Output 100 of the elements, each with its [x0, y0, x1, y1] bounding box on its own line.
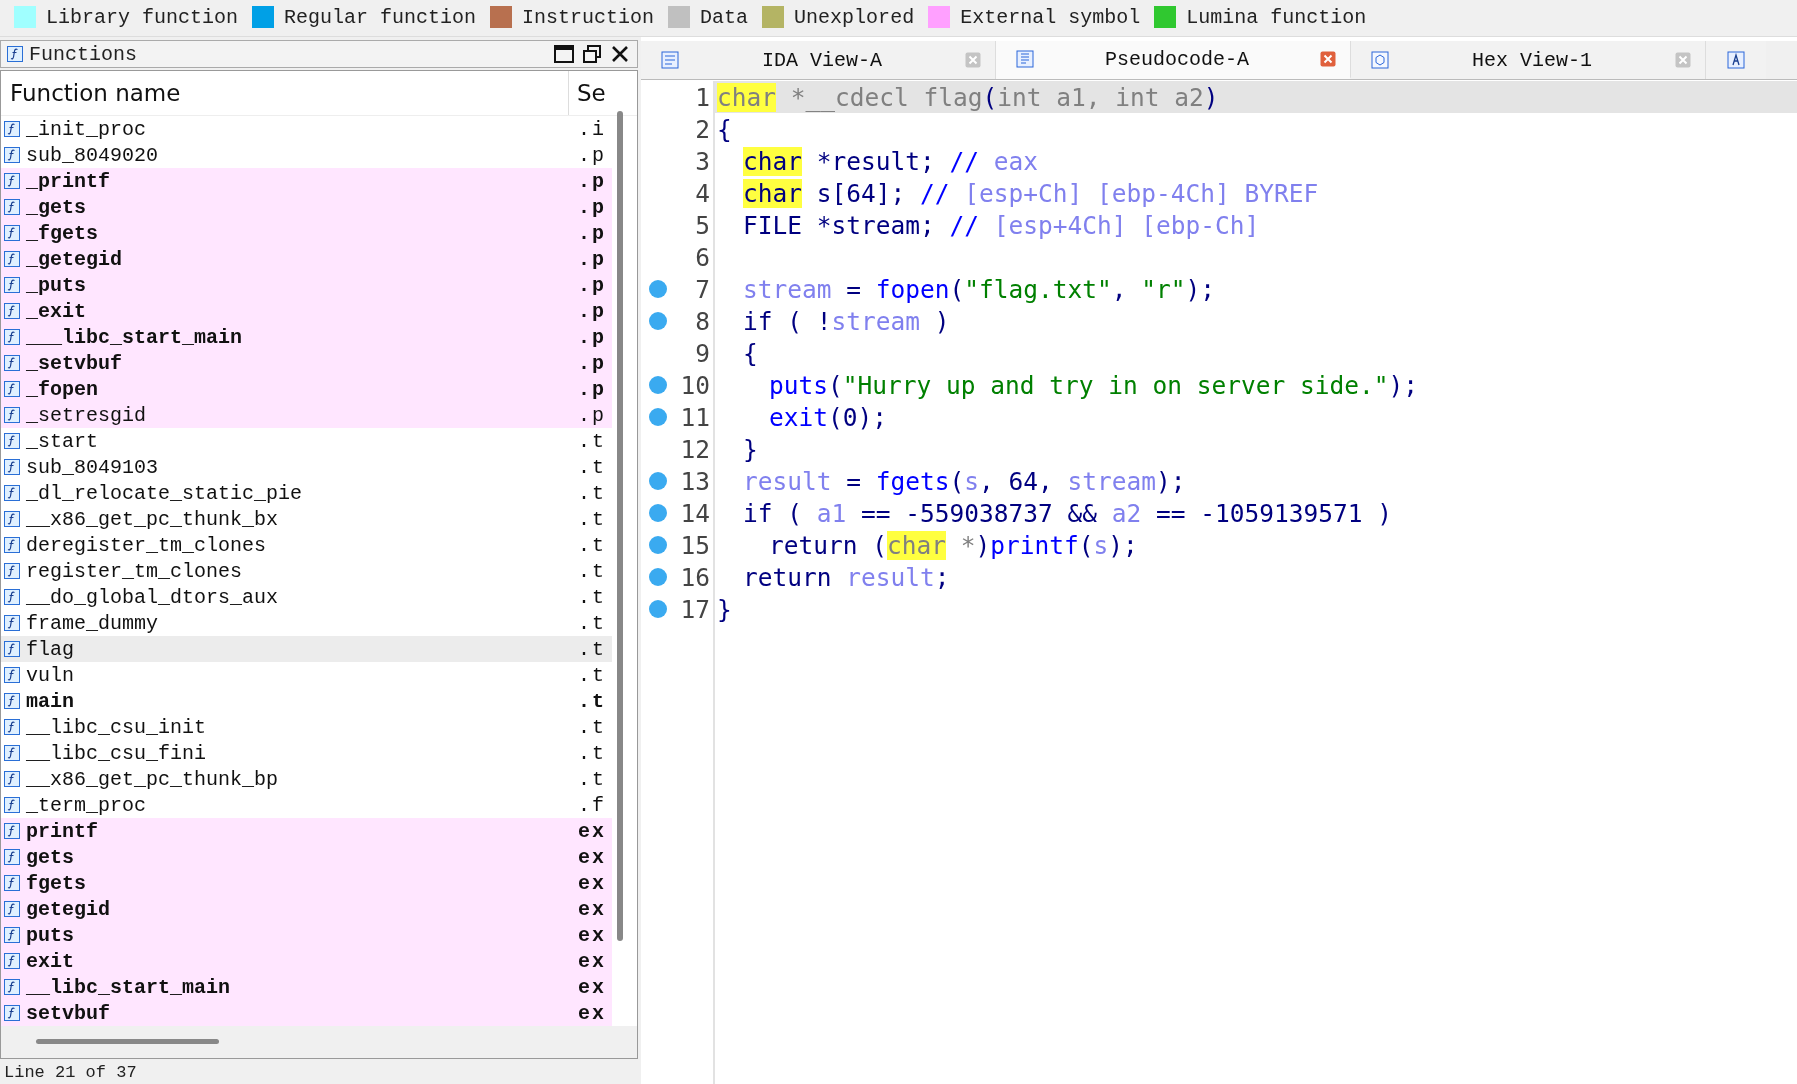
legend-label: Instruction	[522, 5, 655, 29]
function-row[interactable]: _dl_relocate_static_pie .t	[1, 480, 612, 506]
line-number: 2	[695, 114, 710, 144]
function-row[interactable]: sub_8049103 .t	[1, 454, 612, 480]
column-header[interactable]: Se	[569, 80, 606, 106]
function-row[interactable]: __do_global_dtors_aux .t	[1, 584, 612, 610]
code-line: char s[64]; // [esp+Ch] [ebp-4Ch] BYREF	[742, 177, 1320, 209]
breakpoint-dot[interactable]	[649, 536, 667, 554]
column-header[interactable]: Function name	[1, 71, 569, 115]
function-name: __x86_get_pc_thunk_bp	[26, 767, 280, 791]
breakpoint-dot[interactable]	[649, 600, 667, 618]
legend-label: Regular function	[284, 5, 477, 29]
function-row[interactable]: __libc_start_main ex	[1, 974, 612, 1000]
line-number: 8	[695, 306, 710, 336]
line-number: 6	[695, 242, 710, 272]
function-icon	[4, 615, 20, 631]
breakpoint-dot[interactable]	[649, 568, 667, 586]
segment-cell-text: .t	[578, 585, 607, 609]
scrollbar-thumb[interactable]	[617, 111, 623, 941]
function-row[interactable]: frame_dummy .t	[1, 610, 612, 636]
function-row[interactable]: _start .t	[1, 428, 612, 454]
code-line: }	[742, 433, 759, 465]
line-number: 15	[680, 530, 710, 560]
segment-cell-text: .p	[578, 195, 607, 219]
legend-label: Library function	[46, 5, 239, 29]
function-icon	[4, 719, 20, 735]
function-row[interactable]: vuln .t	[1, 662, 612, 688]
scrollbar-thumb[interactable]	[36, 1039, 219, 1044]
function-row[interactable]: __x86_get_pc_thunk_bx .t	[1, 506, 612, 532]
function-row[interactable]: _printf .p	[1, 168, 612, 194]
function-name: _dl_relocate_static_pie	[26, 481, 304, 505]
breakpoint-dot[interactable]	[649, 504, 667, 522]
function-row[interactable]: exit ex	[1, 948, 612, 974]
maximize-icon[interactable]	[553, 43, 575, 65]
function-row[interactable]: __x86_get_pc_thunk_bp .t	[1, 766, 612, 792]
segment-cell-text: .p	[578, 325, 607, 349]
function-row[interactable]: _term_proc .f	[1, 792, 612, 818]
function-row[interactable]: _setresgid .p	[1, 402, 612, 428]
segment-cell-text: .t	[578, 533, 607, 557]
segment-cell-text: .t	[578, 715, 607, 739]
function-row[interactable]: _puts .p	[1, 272, 612, 298]
code-line: if ( a1 == -559038737 && a2 == -1059139571 )	[742, 497, 1394, 529]
function-row[interactable]: _setvbuf .p	[1, 350, 612, 376]
breakpoint-dot[interactable]	[649, 408, 667, 426]
function-row[interactable]: deregister_tm_clones .t	[1, 532, 612, 558]
function-row[interactable]: __libc_csu_init .t	[1, 714, 612, 740]
segment-cell-text: ex	[578, 819, 607, 843]
function-row[interactable]: _gets .p	[1, 194, 612, 220]
code-line: char *result; // eax	[742, 145, 1040, 177]
function-row[interactable]: getegid ex	[1, 896, 612, 922]
function-row[interactable]: _exit .p	[1, 298, 612, 324]
breakpoint-dot[interactable]	[649, 472, 667, 490]
function-row[interactable]: flag .t	[1, 636, 612, 662]
breakpoint-dot[interactable]	[649, 280, 667, 298]
segment-cell-text: .p	[578, 351, 607, 375]
line-number: 1	[695, 82, 710, 112]
function-name: _gets	[26, 195, 87, 219]
legend-label: Lumina function	[1186, 5, 1367, 29]
function-icon	[4, 381, 20, 397]
segment-cell-text: .p	[578, 247, 607, 271]
function-row[interactable]: ___libc_start_main .p	[1, 324, 612, 350]
function-row[interactable]: puts ex	[1, 922, 612, 948]
function-row[interactable]: register_tm_clones .t	[1, 558, 612, 584]
function-name: _start	[26, 429, 99, 453]
function-row[interactable]: _getegid .p	[1, 246, 612, 272]
segment-cell-text: .t	[578, 559, 607, 583]
function-row[interactable]: __libc_csu_fini .t	[1, 740, 612, 766]
breakpoint-dot[interactable]	[649, 376, 667, 394]
function-icon	[4, 693, 20, 709]
breakpoint-dot[interactable]	[649, 312, 667, 330]
function-name: gets	[26, 845, 75, 869]
segment-cell-text: ex	[578, 975, 607, 999]
code-line: puts("Hurry up and try in on server side.");	[768, 369, 1420, 401]
function-row[interactable]: _fgets .p	[1, 220, 612, 246]
structures-icon[interactable]	[1727, 51, 1745, 69]
tab[interactable]: Pseudocode-A	[996, 41, 1351, 79]
function-row[interactable]: _fopen .p	[1, 376, 612, 402]
function-row[interactable]: _init_proc .i	[1, 116, 612, 142]
function-icon	[4, 537, 20, 553]
function-name: _setresgid	[26, 403, 148, 427]
function-icon	[4, 329, 20, 345]
function-icon	[4, 433, 20, 449]
function-row[interactable]: setvbuf ex	[1, 1000, 612, 1026]
function-row[interactable]: printf ex	[1, 818, 612, 844]
function-icon	[4, 823, 20, 839]
segment-cell-text: ex	[578, 897, 607, 921]
function-row[interactable]: fgets ex	[1, 870, 612, 896]
function-name: _fgets	[26, 221, 99, 245]
function-row[interactable]: sub_8049020 .p	[1, 142, 612, 168]
function-name: __x86_get_pc_thunk_bx	[26, 507, 280, 531]
function-icon	[4, 927, 20, 943]
function-name: sub_8049020	[26, 143, 160, 167]
function-icon	[4, 225, 20, 241]
function-name: _setvbuf	[26, 351, 123, 375]
restore-icon[interactable]	[581, 43, 603, 65]
segment-cell-text: .t	[578, 663, 607, 687]
function-icon	[4, 303, 20, 319]
function-row[interactable]: gets ex	[1, 844, 612, 870]
segment-cell-text: .t	[578, 637, 607, 661]
function-row[interactable]: main .t	[1, 688, 612, 714]
